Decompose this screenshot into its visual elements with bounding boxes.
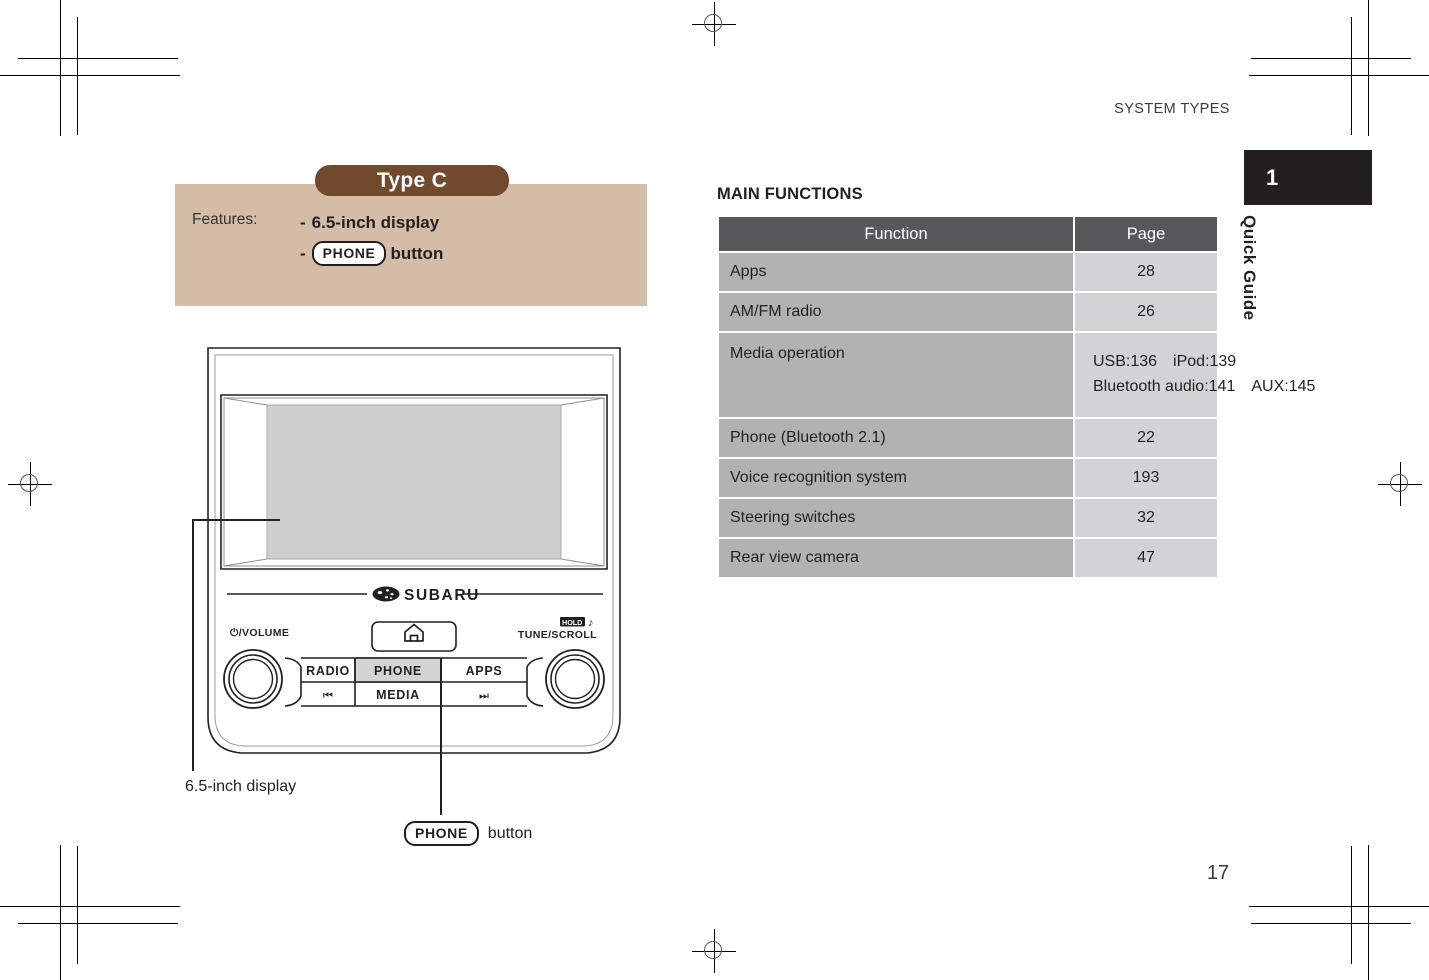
leader-line-display-h <box>192 519 280 521</box>
cell-page-multiline[interactable]: USB:136 iPod:139 Bluetooth audio:141 AUX… <box>1075 333 1316 417</box>
callout-display: 6.5-inch display <box>185 778 297 795</box>
cell-page[interactable]: 32 <box>1075 499 1217 537</box>
crop-mark-bl-h2 <box>18 923 178 924</box>
cell-page[interactable]: 28 <box>1075 253 1217 291</box>
crop-mark-tr-v1 <box>1368 0 1369 136</box>
cell-function: Phone (Bluetooth 2.1) <box>719 419 1073 457</box>
crop-mark-tl-v1 <box>60 0 61 136</box>
svg-text:HOLD: HOLD <box>562 618 582 627</box>
feature-dash: - <box>300 212 306 232</box>
svg-text:SUBARU: SUBARU <box>404 587 480 604</box>
table-row: Phone (Bluetooth 2.1) 22 <box>719 419 1217 457</box>
chapter-label: Quick Guide <box>1240 215 1259 321</box>
svg-text:APPS: APPS <box>466 664 503 678</box>
registration-mark-right <box>1378 462 1422 506</box>
head-unit-illustration: SUBARU ⏻/VOLUME TUNE/SCROLL HOLD ♪ RADIO… <box>205 345 623 757</box>
feature-phone-suffix: button <box>390 243 444 263</box>
phone-key-icon: PHONE <box>404 821 479 847</box>
crop-mark-tl-v2 <box>77 17 78 135</box>
crop-mark-br-h1 <box>1249 906 1429 907</box>
chapter-tab: 1 <box>1244 150 1372 205</box>
feature-dash: - <box>300 243 306 263</box>
crop-mark-bl-h1 <box>0 906 180 907</box>
callout-phone: PHONE button <box>404 821 533 847</box>
main-functions-table: Function Page Apps 28 AM/FM radio 26 Med… <box>717 215 1316 579</box>
table-row: Apps 28 <box>719 253 1217 291</box>
cell-function: Media operation <box>719 333 1073 417</box>
registration-mark-bottom <box>692 929 736 973</box>
features-list: - 6.5-inch display - PHONE button <box>300 207 443 269</box>
column-header-page: Page <box>1075 217 1217 251</box>
crop-mark-bl-v1 <box>60 845 61 980</box>
table-row: Media operation USB:136 iPod:139 Bluetoo… <box>719 333 1316 417</box>
cell-function: AM/FM radio <box>719 293 1073 331</box>
table-header-row: Function Page <box>719 217 1217 251</box>
registration-mark-left <box>8 462 52 506</box>
svg-text:TUNE/SCROLL: TUNE/SCROLL <box>518 629 597 641</box>
table-row: Steering switches 32 <box>719 499 1217 537</box>
cell-function: Steering switches <box>719 499 1073 537</box>
cell-function: Apps <box>719 253 1073 291</box>
leader-line-phone-v <box>440 660 442 815</box>
cell-page-line-1: USB:136 iPod:139 <box>1093 353 1237 371</box>
crop-mark-tl-h2 <box>18 58 178 59</box>
svg-text:♪: ♪ <box>588 617 594 629</box>
cell-page[interactable]: 193 <box>1075 459 1217 497</box>
svg-text:⏭: ⏭ <box>479 689 489 702</box>
cell-page[interactable]: 47 <box>1075 539 1217 577</box>
cell-page[interactable]: 22 <box>1075 419 1217 457</box>
svg-text:⏮: ⏮ <box>323 689 333 702</box>
crop-mark-br-h2 <box>1251 923 1411 924</box>
cell-function: Voice recognition system <box>719 459 1073 497</box>
cell-function: Rear view camera <box>719 539 1073 577</box>
features-label: Features: <box>192 211 258 228</box>
cell-page[interactable]: 26 <box>1075 293 1217 331</box>
crop-mark-tr-h2 <box>1251 58 1411 59</box>
svg-text:PHONE: PHONE <box>374 664 422 678</box>
crop-mark-br-v2 <box>1351 846 1352 964</box>
table-row: Voice recognition system 193 <box>719 459 1217 497</box>
table-row: AM/FM radio 26 <box>719 293 1217 331</box>
callout-phone-suffix: button <box>487 824 533 842</box>
crop-mark-bl-v2 <box>77 846 78 964</box>
page-number: 17 <box>1206 862 1230 884</box>
cell-page-line-2: Bluetooth audio:141 AUX:145 <box>1093 378 1316 395</box>
main-functions-title: MAIN FUNCTIONS <box>717 185 863 203</box>
crop-mark-tr-v2 <box>1351 17 1352 135</box>
registration-mark-top <box>692 2 736 46</box>
svg-text:RADIO: RADIO <box>306 664 350 678</box>
svg-text:⏻/VOLUME: ⏻/VOLUME <box>230 626 289 639</box>
feature-item-display: - 6.5-inch display <box>300 207 443 238</box>
feature-item-phone: - PHONE button <box>300 238 443 269</box>
table-row: Rear view camera 47 <box>719 539 1217 577</box>
phone-key-icon: PHONE <box>311 240 387 267</box>
crop-mark-tr-h1 <box>1249 75 1429 76</box>
crop-mark-br-v1 <box>1368 845 1369 980</box>
features-box: Features: - 6.5-inch display - PHONE but… <box>175 184 647 306</box>
chapter-number: 1 <box>1266 164 1279 190</box>
leader-line-display-v <box>192 519 194 771</box>
feature-display-text: 6.5-inch display <box>311 212 440 232</box>
page-header-title: SYSTEM TYPES <box>1114 101 1230 117</box>
column-header-function: Function <box>719 217 1073 251</box>
crop-mark-tl-h1 <box>0 75 180 76</box>
type-banner: Type C <box>315 165 509 196</box>
svg-text:MEDIA: MEDIA <box>376 688 420 702</box>
